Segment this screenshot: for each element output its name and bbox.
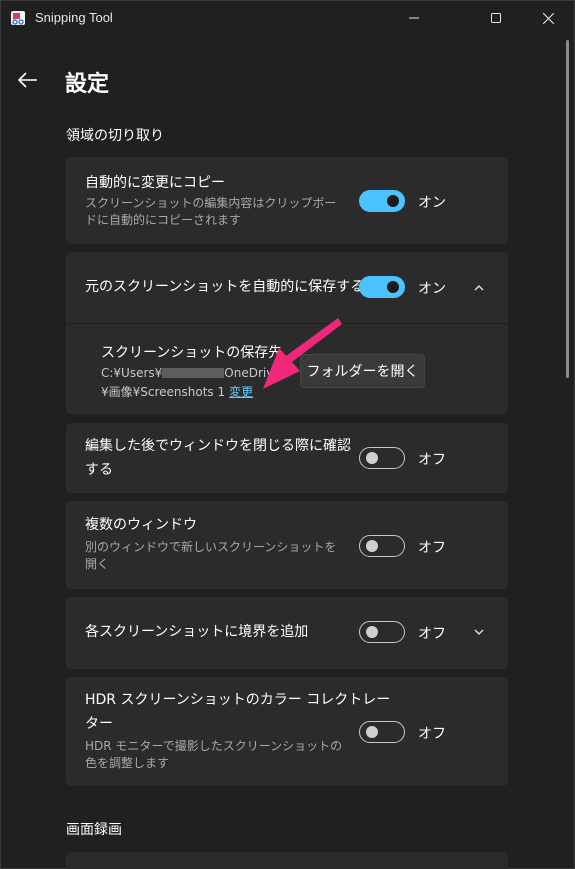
arrow-left-icon[interactable] bbox=[16, 68, 40, 92]
minimize-icon bbox=[409, 17, 419, 19]
setting-multi-window: 複数のウィンドウ 別のウィンドウで新しいスクリーンショットを 開く オフ bbox=[66, 501, 508, 589]
setting-confirm-close: 編集した後でウィンドウを閉じる際に確認 する オフ bbox=[66, 423, 508, 493]
toggle-knob bbox=[366, 452, 378, 464]
toggle-state-label: オフ bbox=[418, 540, 446, 556]
section-title-record: 画面録画 bbox=[66, 822, 122, 838]
scrollbar-thumb[interactable] bbox=[566, 40, 569, 378]
toggle-knob bbox=[366, 540, 378, 552]
hdr-toggle[interactable] bbox=[359, 721, 405, 743]
toggle-state-label: オフ bbox=[418, 452, 446, 468]
snipping-tool-app-icon bbox=[10, 10, 26, 26]
setting-border[interactable]: 各スクリーンショットに境界を追加 オフ bbox=[66, 597, 508, 669]
minimize-button[interactable] bbox=[391, 0, 437, 36]
save-path-line2: ¥画像¥Screenshots 1 変更 bbox=[101, 383, 253, 400]
setting-auto-copy: 自動的に変更にコピー スクリーンショットの編集内容はクリップボー ドに自動的にコ… bbox=[66, 157, 508, 244]
section-title-snip: 領域の切り取り bbox=[66, 128, 164, 144]
toggle-state-label: オフ bbox=[418, 726, 446, 742]
close-icon bbox=[542, 12, 554, 24]
setting-title: 編集した後でウィンドウを閉じる際に確認 bbox=[85, 438, 351, 454]
setting-desc: スクリーンショットの編集内容はクリップボー bbox=[85, 196, 337, 210]
setting-next-card bbox=[66, 852, 508, 869]
path-line2-text: ¥画像¥Screenshots 1 bbox=[101, 385, 226, 399]
setting-title: 自動的に変更にコピー bbox=[85, 175, 225, 191]
setting-title: 元のスクリーンショットを自動的に保存する bbox=[85, 279, 365, 295]
maximize-button[interactable] bbox=[473, 0, 519, 36]
page-title: 設定 bbox=[65, 72, 110, 97]
multi-window-toggle[interactable] bbox=[359, 535, 405, 557]
toggle-knob bbox=[366, 626, 378, 638]
toggle-state-label: オン bbox=[418, 195, 446, 211]
setting-desc: 色を調整します bbox=[85, 756, 170, 770]
auto-save-toggle[interactable] bbox=[359, 276, 405, 298]
save-location-panel: スクリーンショットの保存先 C:¥Users¥ OneDrive ¥画像¥Scre… bbox=[66, 324, 508, 414]
toggle-knob bbox=[366, 726, 378, 738]
path-prefix: C:¥Users¥ bbox=[101, 366, 163, 380]
toggle-state-label: オフ bbox=[418, 626, 446, 642]
chevron-down-icon[interactable] bbox=[471, 624, 487, 640]
toggle-knob bbox=[387, 281, 399, 293]
close-button[interactable] bbox=[525, 0, 571, 36]
title-bar: Snipping Tool bbox=[0, 0, 575, 36]
path-suffix: OneDrive bbox=[224, 366, 281, 380]
setting-title: HDR スクリーンショットのカラー コレクトレー bbox=[85, 692, 391, 708]
setting-hdr: HDR スクリーンショットのカラー コレクトレー ター HDR モニターで撮影し… bbox=[66, 677, 508, 786]
setting-title: ター bbox=[85, 716, 113, 732]
setting-auto-save[interactable]: 元のスクリーンショットを自動的に保存する オン bbox=[66, 252, 508, 323]
save-path-line1: C:¥Users¥ OneDrive bbox=[101, 366, 281, 380]
open-folder-button[interactable]: フォルダーを開く bbox=[300, 354, 425, 388]
setting-title: する bbox=[85, 462, 113, 478]
setting-title: 複数のウィンドウ bbox=[85, 517, 197, 533]
setting-desc: 別のウィンドウで新しいスクリーンショットを bbox=[85, 540, 337, 554]
setting-desc: ドに自動的にコピーされます bbox=[85, 213, 242, 227]
setting-desc: 開く bbox=[85, 557, 110, 571]
maximize-icon bbox=[491, 13, 501, 23]
toggle-state-label: オン bbox=[418, 281, 446, 297]
setting-desc: HDR モニターで撮影したスクリーンショットの bbox=[85, 739, 343, 753]
chevron-up-icon[interactable] bbox=[471, 280, 487, 296]
window-title: Snipping Tool bbox=[35, 10, 113, 25]
setting-title: 各スクリーンショットに境界を追加 bbox=[85, 624, 309, 640]
change-location-link[interactable]: 変更 bbox=[229, 385, 253, 399]
save-location-title: スクリーンショットの保存先 bbox=[101, 345, 283, 361]
confirm-close-toggle[interactable] bbox=[359, 447, 405, 469]
auto-copy-toggle[interactable] bbox=[359, 190, 405, 212]
toggle-knob bbox=[387, 195, 399, 207]
border-toggle[interactable] bbox=[359, 621, 405, 643]
redacted-username bbox=[162, 367, 225, 378]
